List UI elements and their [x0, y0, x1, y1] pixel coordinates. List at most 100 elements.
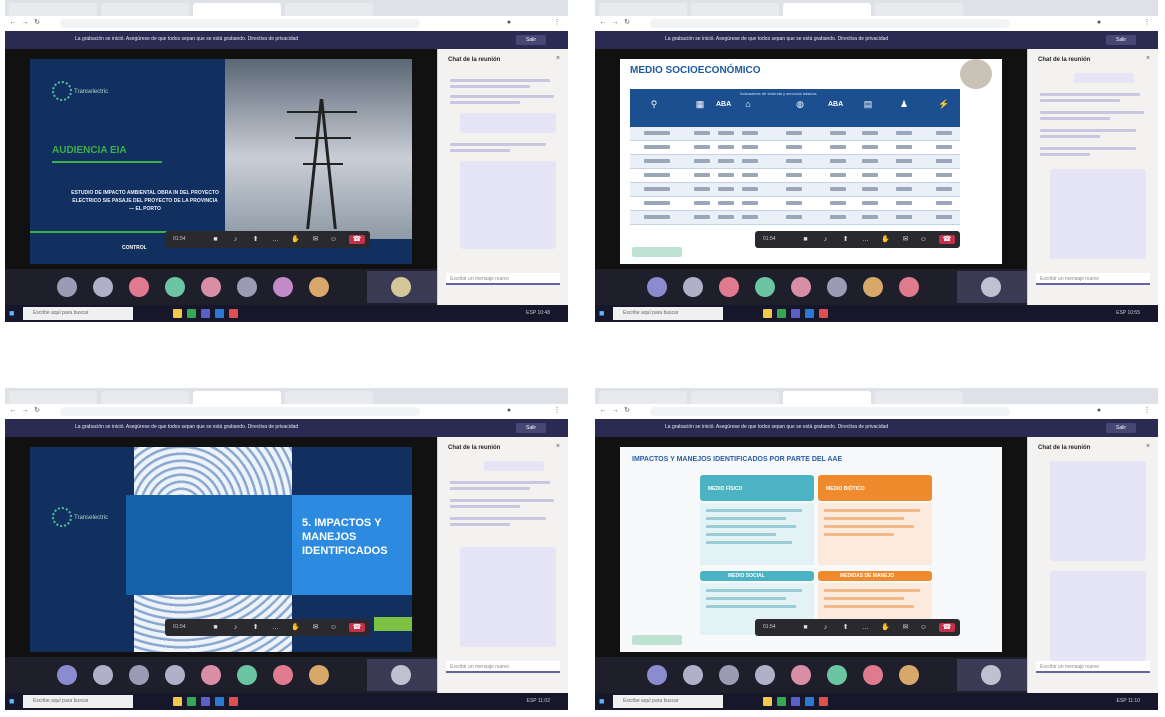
chrome-icon[interactable]	[187, 697, 196, 706]
more-options-icon[interactable]: …	[271, 235, 280, 244]
browser-tab[interactable]	[599, 3, 687, 16]
browser-tab-active[interactable]	[783, 3, 871, 16]
browser-tab[interactable]	[9, 3, 97, 16]
participant-avatar[interactable]	[863, 277, 883, 297]
url-field[interactable]	[60, 19, 420, 28]
reload-icon[interactable]: ↻	[623, 19, 631, 27]
windows-start-icon[interactable]: ■	[9, 697, 18, 706]
menu-icon[interactable]: ⋮	[1143, 19, 1151, 27]
participant-avatar[interactable]	[129, 665, 149, 685]
file-explorer-icon[interactable]	[173, 697, 182, 706]
url-field[interactable]	[60, 407, 420, 416]
participant-avatar[interactable]	[237, 665, 257, 685]
back-icon[interactable]: ←	[599, 19, 607, 27]
chat-message-input[interactable]: Escribir un mensaje nuevo	[446, 661, 560, 673]
participant-avatar[interactable]	[57, 665, 77, 685]
participant-avatar[interactable]	[93, 277, 113, 297]
close-icon[interactable]: ×	[556, 443, 560, 450]
participants-icon[interactable]: ☺	[329, 623, 338, 632]
reload-icon[interactable]: ↻	[33, 407, 41, 415]
camera-icon[interactable]: ■	[801, 623, 810, 632]
mail-icon[interactable]	[805, 309, 814, 318]
forward-icon[interactable]: →	[611, 407, 619, 415]
more-options-icon[interactable]: …	[271, 623, 280, 632]
chat-icon[interactable]: ✉	[311, 235, 320, 244]
teams-icon[interactable]	[791, 309, 800, 318]
participant-avatar[interactable]	[165, 277, 185, 297]
browser-tab[interactable]	[691, 391, 779, 404]
url-field[interactable]	[650, 407, 1010, 416]
participant-avatar[interactable]	[899, 277, 919, 297]
mic-icon[interactable]: ♪	[231, 235, 240, 244]
chat-icon[interactable]: ✉	[311, 623, 320, 632]
chat-icon[interactable]: ✉	[901, 623, 910, 632]
chat-message-input[interactable]: Escribir un mensaje nuevo	[1036, 661, 1150, 673]
teams-icon[interactable]	[201, 309, 210, 318]
share-screen-icon[interactable]: ⬆	[251, 623, 260, 632]
store-icon[interactable]	[819, 697, 828, 706]
participant-avatar[interactable]	[647, 665, 667, 685]
participant-avatar[interactable]	[647, 277, 667, 297]
participant-avatar[interactable]	[93, 665, 113, 685]
taskbar-search[interactable]: Escribe aquí para buscar	[23, 307, 133, 320]
leave-button[interactable]: Salir	[1106, 35, 1136, 45]
mail-icon[interactable]	[805, 697, 814, 706]
chrome-icon[interactable]	[187, 309, 196, 318]
participant-avatar[interactable]	[201, 665, 221, 685]
back-icon[interactable]: ←	[9, 19, 17, 27]
mic-icon[interactable]: ♪	[821, 623, 830, 632]
hang-up-icon[interactable]: ☎	[939, 235, 955, 244]
reload-icon[interactable]: ↻	[623, 407, 631, 415]
participant-avatar[interactable]	[683, 277, 703, 297]
close-icon[interactable]: ×	[556, 55, 560, 62]
browser-tab[interactable]	[285, 3, 373, 16]
file-explorer-icon[interactable]	[173, 309, 182, 318]
participant-avatar[interactable]	[863, 665, 883, 685]
windows-start-icon[interactable]: ■	[9, 309, 18, 318]
participants-icon[interactable]: ☺	[919, 623, 928, 632]
browser-tab[interactable]	[101, 3, 189, 16]
store-icon[interactable]	[229, 697, 238, 706]
camera-icon[interactable]: ■	[211, 623, 220, 632]
camera-icon[interactable]: ■	[801, 235, 810, 244]
camera-icon[interactable]: ■	[211, 235, 220, 244]
forward-icon[interactable]: →	[21, 19, 29, 27]
forward-icon[interactable]: →	[21, 407, 29, 415]
windows-start-icon[interactable]: ■	[599, 309, 608, 318]
browser-tab[interactable]	[691, 3, 779, 16]
participant-avatar[interactable]	[719, 665, 739, 685]
profile-icon[interactable]: ●	[505, 19, 513, 27]
profile-icon[interactable]: ●	[1095, 407, 1103, 415]
participant-avatar[interactable]	[791, 277, 811, 297]
file-explorer-icon[interactable]	[763, 309, 772, 318]
raise-hand-icon[interactable]: ✋	[291, 623, 300, 632]
chrome-icon[interactable]	[777, 697, 786, 706]
browser-tab-active[interactable]	[193, 3, 281, 16]
menu-icon[interactable]: ⋮	[553, 19, 561, 27]
more-options-icon[interactable]: …	[861, 235, 870, 244]
participant-avatar[interactable]	[57, 277, 77, 297]
forward-icon[interactable]: →	[611, 19, 619, 27]
taskbar-search[interactable]: Escribe aquí para buscar	[23, 695, 133, 708]
teams-icon[interactable]	[201, 697, 210, 706]
participant-avatar[interactable]	[791, 665, 811, 685]
participant-avatar[interactable]	[683, 665, 703, 685]
participant-avatar[interactable]	[309, 277, 329, 297]
hang-up-icon[interactable]: ☎	[939, 623, 955, 632]
browser-tab[interactable]	[875, 3, 963, 16]
menu-icon[interactable]: ⋮	[553, 407, 561, 415]
mail-icon[interactable]	[215, 697, 224, 706]
share-screen-icon[interactable]: ⬆	[841, 623, 850, 632]
browser-tab-active[interactable]	[783, 391, 871, 404]
share-screen-icon[interactable]: ⬆	[841, 235, 850, 244]
more-options-icon[interactable]: …	[861, 623, 870, 632]
browser-tab[interactable]	[875, 391, 963, 404]
participant-avatar[interactable]	[755, 277, 775, 297]
profile-icon[interactable]: ●	[505, 407, 513, 415]
participant-avatar[interactable]	[827, 665, 847, 685]
browser-tab-active[interactable]	[193, 391, 281, 404]
leave-button[interactable]: Salir	[516, 423, 546, 433]
share-screen-icon[interactable]: ⬆	[251, 235, 260, 244]
back-icon[interactable]: ←	[9, 407, 17, 415]
hang-up-icon[interactable]: ☎	[349, 235, 365, 244]
